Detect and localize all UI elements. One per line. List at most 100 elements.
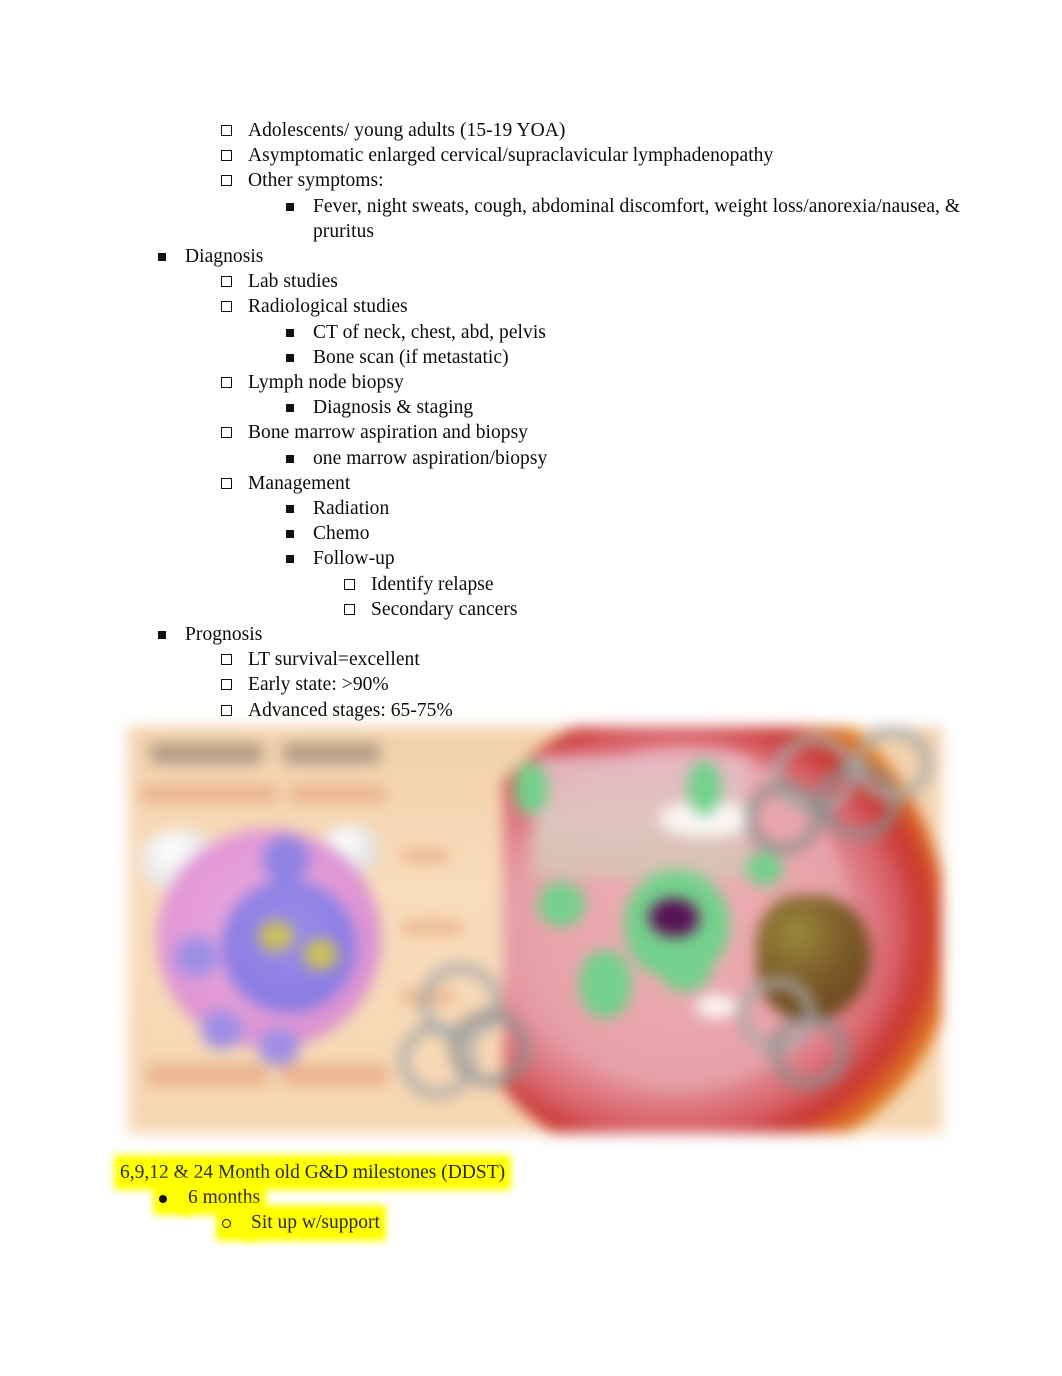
hollow-square-bullet-icon [221,294,248,319]
lymphoma-cell-cap-shape [262,836,310,884]
list-item-text: Secondary cancers [371,598,518,620]
hollow-square-bullet-icon [221,672,248,697]
illustration-text-band [140,786,278,803]
hollow-square-bullet-icon [344,597,371,622]
list-item-prognosis: Prognosis [0,622,1062,647]
list-item-text: Management [248,472,351,494]
hollow-square-bullet-icon [344,572,371,597]
hollow-square-bullet-icon [221,471,248,496]
hollow-square-bullet-icon [221,118,248,143]
illustration-text-band [401,849,449,863]
cell-granule-shape [201,1010,243,1050]
list-item: CT of neck, chest, abd, pelvis [0,320,1062,345]
document-page: Adolescents/ young adults (15-19 YOA) As… [0,0,1062,1376]
lymph-node-shape [578,949,632,1019]
filled-square-bullet-icon [286,546,313,571]
list-item: Radiation [0,496,1062,521]
chain-link-shape [746,782,822,854]
list-item-text: Prognosis [185,624,263,646]
filled-square-bullet-icon [158,622,185,647]
list-item-text: Sit up w/support [250,1210,381,1236]
list-item-text: Advanced stages: 65-75% [248,699,453,721]
outline-list: Adolescents/ young adults (15-19 YOA) As… [0,118,1062,723]
list-item: Bone marrow aspiration and biopsy [0,420,1062,445]
list-item-text: Adolescents/ young adults (15-19 YOA) [248,120,566,141]
list-item-text: Asymptomatic enlarged cervical/supraclav… [248,145,774,167]
list-item-text: Follow-up [313,548,395,570]
list-item-text: LT survival=excellent [248,649,420,671]
list-item-text: one marrow aspiration/biopsy [313,447,548,469]
list-item-text: Other symptoms: [248,170,384,192]
cell-granule-shape [258,1028,300,1066]
list-item: Early state: >90% [0,672,1062,697]
hollow-square-bullet-icon [221,269,248,294]
list-item-text: Diagnosis [185,246,264,268]
list-item: Follow-up [0,546,1062,571]
list-item: Lymph node biopsy [0,370,1062,395]
illustration-text-band [146,1063,269,1087]
lymph-node-shape [538,882,585,927]
chain-link-shape [854,727,932,801]
list-item: Advanced stages: 65-75% [0,698,1062,723]
embedded-illustration [128,727,942,1133]
filled-square-bullet-icon [286,446,313,471]
list-item: Lab studies [0,269,1062,294]
list-item: Diagnosis & staging [0,395,1062,420]
highlighted-section: 6,9,12 & 24 Month old G&D milestones (DD… [0,1160,1062,1236]
illustration-title-band [150,743,263,764]
list-item-text: Lymph node biopsy [248,372,404,394]
list-item-diagnosis: Diagnosis [0,244,1062,269]
highlighted-list-item: 6 months [0,1185,1062,1211]
list-item-text: Diagnosis & staging [313,397,474,419]
list-item: Chemo [0,521,1062,546]
list-item: Radiological studies [0,294,1062,319]
list-item: LT survival=excellent [0,647,1062,672]
list-item: Bone scan (if metastatic) [0,345,1062,370]
highlighted-list-item: Sit up w/support [0,1210,1062,1236]
lymphoma-cell-nucleus-shape [221,880,357,1013]
nucleolus-shape [303,939,339,970]
list-item: one marrow aspiration/biopsy [0,446,1062,471]
list-item-text: Bone scan (if metastatic) [313,346,509,368]
filled-square-bullet-icon [158,244,185,269]
nucleolus-shape [258,920,294,952]
lymph-node-shape [658,943,712,993]
list-item: Adolescents/ young adults (15-19 YOA) [0,118,1062,143]
list-item-text: Fever, night sweats, cough, abdominal di… [313,195,961,242]
illustration-title-band [283,743,380,764]
filled-square-bullet-icon [286,194,313,219]
lymph-node-shape [686,759,722,815]
filled-square-bullet-icon [286,496,313,521]
cell-granule-shape [174,936,218,977]
hollow-square-bullet-icon [221,698,248,723]
illustration-text-band [281,1063,389,1087]
list-item-text: 6 months [187,1185,262,1211]
list-item-text: Early state: >90% [248,674,389,696]
illustration-text-band [289,786,387,803]
illustration-canvas [128,727,942,1133]
list-item: Asymptomatic enlarged cervical/supraclav… [0,143,1062,168]
list-item-text: Identify relapse [371,573,494,595]
list-item: Secondary cancers [0,597,1062,622]
lymph-node-shape [746,851,783,887]
affected-node-shape [648,898,700,938]
disc-bullet-icon [158,1185,187,1211]
highlighted-heading-text: 6,9,12 & 24 Month old G&D milestones (DD… [119,1160,507,1186]
filled-square-bullet-icon [286,320,313,345]
highlighted-heading-row: 6,9,12 & 24 Month old G&D milestones (DD… [0,1160,1062,1186]
hollow-circle-bullet-icon [221,1210,250,1236]
list-item-text: Lab studies [248,271,338,293]
hollow-square-bullet-icon [221,168,248,193]
list-item-text: Chemo [313,523,370,545]
hollow-square-bullet-icon [221,370,248,395]
lymph-node-shape [513,761,549,815]
hollow-square-bullet-icon [221,143,248,168]
filled-square-bullet-icon [286,345,313,370]
illustration-text-band [401,920,463,935]
chain-link-shape [770,1014,849,1089]
list-item: Identify relapse [0,572,1062,597]
list-item: Other symptoms: [0,168,1062,193]
list-item-text: Radiological studies [248,296,408,318]
tissue-highlight-shape [695,994,738,1019]
hollow-square-bullet-icon [221,647,248,672]
